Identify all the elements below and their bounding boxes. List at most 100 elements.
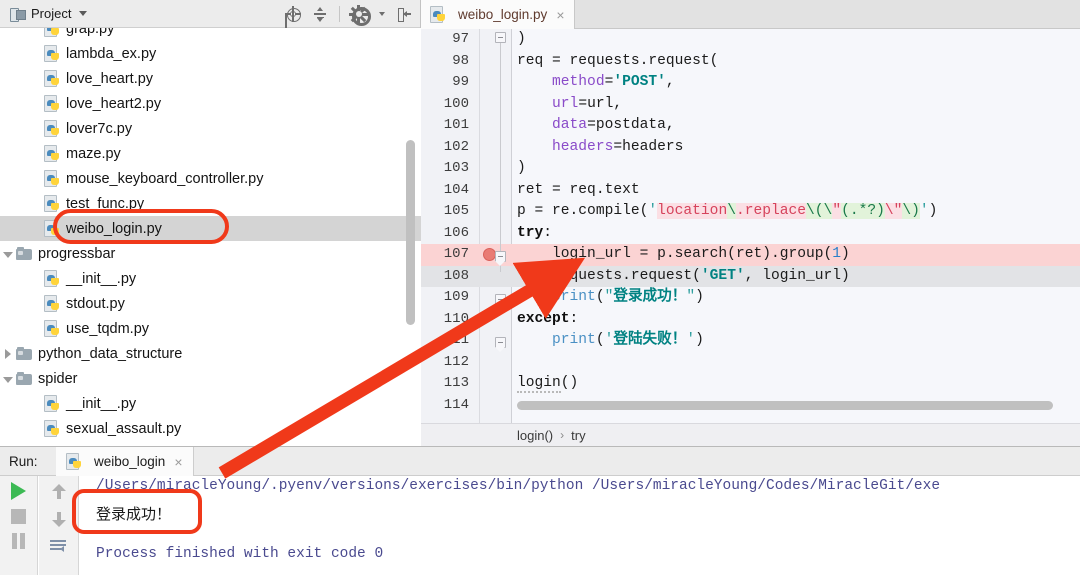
code-line[interactable]: 110 except:: [421, 309, 1080, 331]
soft-wrap-icon[interactable]: [49, 538, 68, 554]
editor-area: weibo_login.py × 97) 98 req = requests.req…: [421, 0, 1080, 446]
code-line[interactable]: 106 try:: [421, 223, 1080, 245]
code-line[interactable]: 98 req = requests.request(: [421, 51, 1080, 73]
code-text: headers=headers: [552, 138, 684, 155]
code-text: method='POST',: [552, 74, 675, 90]
play-icon[interactable]: [11, 482, 26, 500]
tree-file-row[interactable]: weibo_login.py: [0, 216, 421, 241]
chevron-down-icon[interactable]: [79, 11, 88, 16]
tree-item-label: __init__.py: [66, 395, 137, 412]
stop-icon[interactable]: [11, 509, 26, 524]
tree-twisty-expanded-icon[interactable]: [0, 246, 16, 262]
close-icon[interactable]: ×: [556, 8, 564, 22]
code-line[interactable]: 102 headers=headers: [421, 137, 1080, 159]
tree-file-row[interactable]: love_heart2.py: [0, 91, 421, 116]
code-line[interactable]: 113 login(): [421, 373, 1080, 395]
tree-file-row[interactable]: use_tqdm.py: [0, 316, 421, 341]
line-number: 111: [443, 332, 469, 348]
run-tab-weibo-login[interactable]: weibo_login ×: [56, 447, 194, 476]
arrow-up-icon[interactable]: [51, 484, 66, 500]
tree-file-row[interactable]: love_heart.py: [0, 66, 421, 91]
collapse-all-icon[interactable]: [312, 6, 328, 22]
code-line[interactable]: 107 login_url = p.search(ret).group(1): [421, 244, 1080, 266]
project-file-tree[interactable]: grap.py lambda_ex.py love_heart.py love_hea…: [0, 28, 421, 446]
tree-file-row[interactable]: mouse_keyboard_controller.py: [0, 166, 421, 191]
tree-file-row[interactable]: __init__.py: [0, 266, 421, 291]
code-text: ret = req.text: [517, 181, 640, 198]
code-line[interactable]: 111 print('登陆失败！'): [421, 330, 1080, 352]
editor-tabbar: weibo_login.py ×: [421, 0, 1080, 29]
tree-file-row[interactable]: lambda_ex.py: [0, 41, 421, 66]
python-file-icon: [44, 69, 61, 88]
arrow-down-icon[interactable]: [51, 511, 66, 527]
tree-file-row[interactable]: sexual_assault.py: [0, 416, 421, 441]
tree-folder-row[interactable]: spider: [0, 366, 421, 391]
tree-twisty-collapsed-icon[interactable]: [0, 346, 16, 362]
close-icon[interactable]: ×: [174, 455, 182, 469]
code-line[interactable]: 109 print("登录成功！"): [421, 287, 1080, 309]
tree-item-label: test_func.py: [66, 195, 145, 212]
code-line[interactable]: 105 p = re.compile('location\.replace\(\"…: [421, 201, 1080, 223]
locate-target-icon[interactable]: [285, 6, 301, 22]
tree-file-row[interactable]: grap.py: [0, 28, 421, 41]
code-text: try:: [517, 224, 553, 241]
tree-item-label: weibo_login.py: [66, 220, 162, 237]
python-file-icon: [44, 44, 61, 63]
code-content[interactable]: 97) 98 req = requests.request(99 method='P…: [421, 29, 1080, 416]
run-panel: Run: weibo_login × /Users/miracleYoung/.…: [0, 446, 1080, 575]
editor-hscroll-thumb[interactable]: [517, 401, 1053, 410]
tree-item-label: maze.py: [66, 145, 121, 162]
code-line[interactable]: 112: [421, 352, 1080, 374]
toolbar-divider: [339, 6, 340, 22]
project-tree-scrollbar[interactable]: [406, 140, 415, 325]
tree-file-row[interactable]: lover7c.py: [0, 116, 421, 141]
code-line[interactable]: 101 data=postdata,: [421, 115, 1080, 137]
fold-marker-106[interactable]: [495, 251, 506, 266]
tree-file-row[interactable]: maze.py: [0, 141, 421, 166]
tree-folder-row[interactable]: progressbar: [0, 241, 421, 266]
code-line[interactable]: 99 method='POST',: [421, 72, 1080, 94]
fold-marker-97[interactable]: [495, 32, 506, 43]
line-number: 112: [443, 353, 469, 370]
python-file-icon: [44, 319, 61, 338]
python-file-icon: [44, 294, 61, 313]
tree-twisty-expanded-icon[interactable]: [0, 371, 16, 387]
code-line[interactable]: 100 url=url,: [421, 94, 1080, 116]
tree-file-row[interactable]: test_func.py: [0, 191, 421, 216]
tree-item-label: python_data_structure: [38, 345, 183, 362]
tree-twisty-spacer: [28, 28, 44, 37]
breadcrumb-item[interactable]: try: [571, 428, 585, 443]
fold-guide-line: [500, 37, 501, 272]
breadcrumb[interactable]: login() › try: [421, 423, 1080, 446]
code-line[interactable]: 97): [421, 29, 1080, 51]
tree-file-row[interactable]: __init__.py: [0, 391, 421, 416]
line-number: 108: [443, 267, 469, 284]
fold-marker-109[interactable]: [495, 294, 506, 309]
code-line[interactable]: 108 requests.request('GET', login_url): [421, 265, 1080, 287]
tree-folder-row[interactable]: python_data_structure: [0, 341, 421, 366]
code-text: except:: [517, 310, 579, 327]
breadcrumb-item[interactable]: login(): [517, 428, 553, 443]
hide-panel-icon[interactable]: [396, 6, 412, 22]
tree-item-label: spider: [38, 370, 78, 387]
code-text: ): [517, 160, 526, 176]
console-output[interactable]: /Users/miracleYoung/.pyenv/versions/exer…: [80, 476, 1080, 575]
python-file-icon: [44, 269, 61, 288]
python-file-icon: [430, 5, 447, 24]
tree-item-label: use_tqdm.py: [66, 320, 150, 337]
line-number: 107: [443, 246, 469, 262]
code-viewport[interactable]: 97) 98 req = requests.request(99 method='P…: [421, 29, 1080, 423]
code-text: data=postdata,: [552, 117, 675, 133]
code-line[interactable]: 103): [421, 158, 1080, 180]
tree-item-label: love_heart.py: [66, 70, 154, 87]
tree-item-label: lover7c.py: [66, 120, 133, 137]
tree-file-row[interactable]: stdout.py: [0, 291, 421, 316]
gear-chevron-down-icon[interactable]: [379, 12, 385, 16]
settings-gear-icon[interactable]: [348, 6, 371, 26]
pause-icon[interactable]: [11, 533, 26, 549]
run-nav-column: [39, 476, 79, 575]
code-text: req = requests.request(: [517, 52, 719, 69]
fold-marker-111[interactable]: [495, 337, 506, 352]
editor-tab-weibo-login[interactable]: weibo_login.py ×: [421, 0, 575, 29]
code-line[interactable]: 104 ret = req.text: [421, 180, 1080, 202]
